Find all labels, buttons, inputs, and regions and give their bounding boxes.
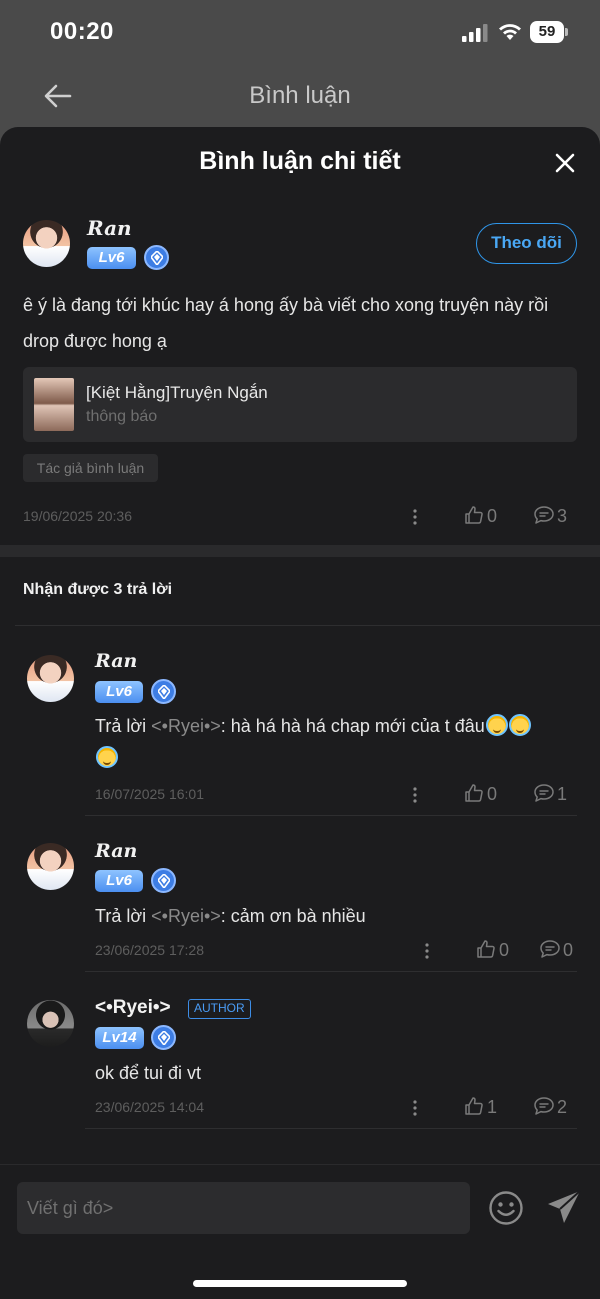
diamond-icon: [151, 1025, 176, 1050]
divider: [85, 815, 577, 816]
reply-count: 2: [557, 1097, 568, 1117]
battery-level: 59: [530, 21, 564, 43]
section-divider: [0, 545, 600, 557]
smiling-halo-emoji-icon: [508, 714, 531, 736]
smiling-halo-emoji-icon: [485, 714, 508, 736]
divider: [85, 971, 577, 972]
avatar[interactable]: [23, 220, 70, 267]
level-badge: Lv6: [95, 681, 143, 703]
divider: [15, 625, 600, 626]
like-count: 0: [487, 784, 498, 804]
diamond-icon: [151, 868, 176, 893]
like-button[interactable]: 1: [464, 1096, 504, 1118]
reply-date: 23/06/2025 17:28: [95, 942, 204, 958]
like-count: 0: [499, 940, 510, 960]
mention[interactable]: <•Ryei•>: [151, 716, 221, 736]
reply-date: 23/06/2025 14:04: [95, 1099, 204, 1115]
author-badge: AUTHOR: [188, 999, 251, 1019]
comment-composer: [0, 1164, 600, 1299]
close-icon[interactable]: [553, 151, 577, 175]
comment-date: 19/06/2025 20:36: [23, 508, 132, 524]
reply-button[interactable]: 3: [533, 505, 573, 527]
more-vertical-icon[interactable]: [412, 1099, 418, 1117]
reply-text: Trả lời <•Ryei•>: cảm ơn bà nhiều: [95, 906, 366, 926]
reply-count: 0: [563, 940, 574, 960]
level-badge: Lv6: [87, 247, 136, 269]
avatar[interactable]: [27, 655, 74, 702]
page-header: Bình luận: [0, 64, 600, 128]
reply-button[interactable]: 1: [533, 783, 573, 805]
more-vertical-icon[interactable]: [424, 942, 430, 960]
page-title: Bình luận: [249, 82, 351, 109]
diamond-icon: [144, 245, 169, 270]
reply-count: 1: [557, 784, 568, 804]
more-vertical-icon[interactable]: [412, 508, 418, 526]
status-time: 00:20: [50, 18, 114, 45]
reply-text: ok để tui đi vt: [95, 1063, 202, 1083]
follow-button[interactable]: Theo dõi: [476, 223, 577, 264]
like-count: 1: [487, 1097, 498, 1117]
comment-bubble-icon: [540, 940, 560, 958]
avatar[interactable]: [27, 1000, 74, 1047]
like-button[interactable]: 0: [464, 505, 504, 527]
comment-detail-sheet: Bình luận chi tiết Ran Lv6 Theo dõi ê ý …: [0, 127, 600, 1299]
battery-indicator: 59: [530, 21, 568, 43]
username[interactable]: Ran: [95, 840, 137, 862]
send-icon[interactable]: [546, 1189, 582, 1225]
username[interactable]: Ran: [87, 216, 132, 240]
thumbs-up-icon: [477, 940, 495, 958]
story-subtitle: thông báo: [86, 408, 158, 425]
comment-bubble-icon: [534, 784, 554, 802]
reply-count: 3: [557, 506, 568, 526]
home-indicator: [193, 1280, 407, 1287]
smiley-icon[interactable]: [488, 1190, 524, 1226]
story-card[interactable]: [Kiệt Hằng]Truyện Ngắn thông báo: [23, 367, 577, 442]
status-bar: 00:20 59: [0, 0, 600, 64]
cellular-signal-icon: [462, 24, 488, 42]
mention[interactable]: <•Ryei•>: [151, 906, 221, 926]
reply-button[interactable]: 0: [539, 939, 579, 961]
sheet-title: Bình luận chi tiết: [199, 147, 401, 175]
replies-header: Nhận được 3 trả lời: [23, 581, 173, 598]
comment-bubble-icon: [534, 506, 554, 524]
username[interactable]: <•Ryei•>: [95, 997, 171, 1019]
story-title: [Kiệt Hằng]Truyện Ngắn: [86, 383, 268, 402]
comment-input[interactable]: [17, 1182, 470, 1234]
username[interactable]: Ran: [95, 650, 137, 672]
level-badge: Lv6: [95, 870, 143, 892]
reply-text: Trả lời <•Ryei•>: hà há hà há chap mới c…: [95, 710, 565, 774]
story-thumbnail: [34, 378, 74, 431]
comment-text: ê ý là đang tới khúc hay á hong ấy bà vi…: [23, 295, 549, 351]
smiling-halo-emoji-icon: [96, 746, 118, 768]
thumbs-up-icon: [465, 784, 483, 802]
like-button[interactable]: 0: [476, 939, 516, 961]
thumbs-up-icon: [465, 506, 483, 524]
like-count: 0: [487, 506, 498, 526]
divider: [85, 1128, 577, 1129]
more-vertical-icon[interactable]: [412, 786, 418, 804]
level-badge: Lv14: [95, 1027, 144, 1049]
comment-bubble-icon: [534, 1097, 554, 1115]
avatar[interactable]: [27, 843, 74, 890]
reply-date: 16/07/2025 16:01: [95, 786, 204, 802]
reply-button[interactable]: 2: [533, 1096, 573, 1118]
wifi-icon: [499, 24, 521, 40]
diamond-icon: [151, 679, 176, 704]
author-comment-tag: Tác giả bình luận: [23, 454, 158, 482]
like-button[interactable]: 0: [464, 783, 504, 805]
thumbs-up-icon: [465, 1097, 483, 1115]
